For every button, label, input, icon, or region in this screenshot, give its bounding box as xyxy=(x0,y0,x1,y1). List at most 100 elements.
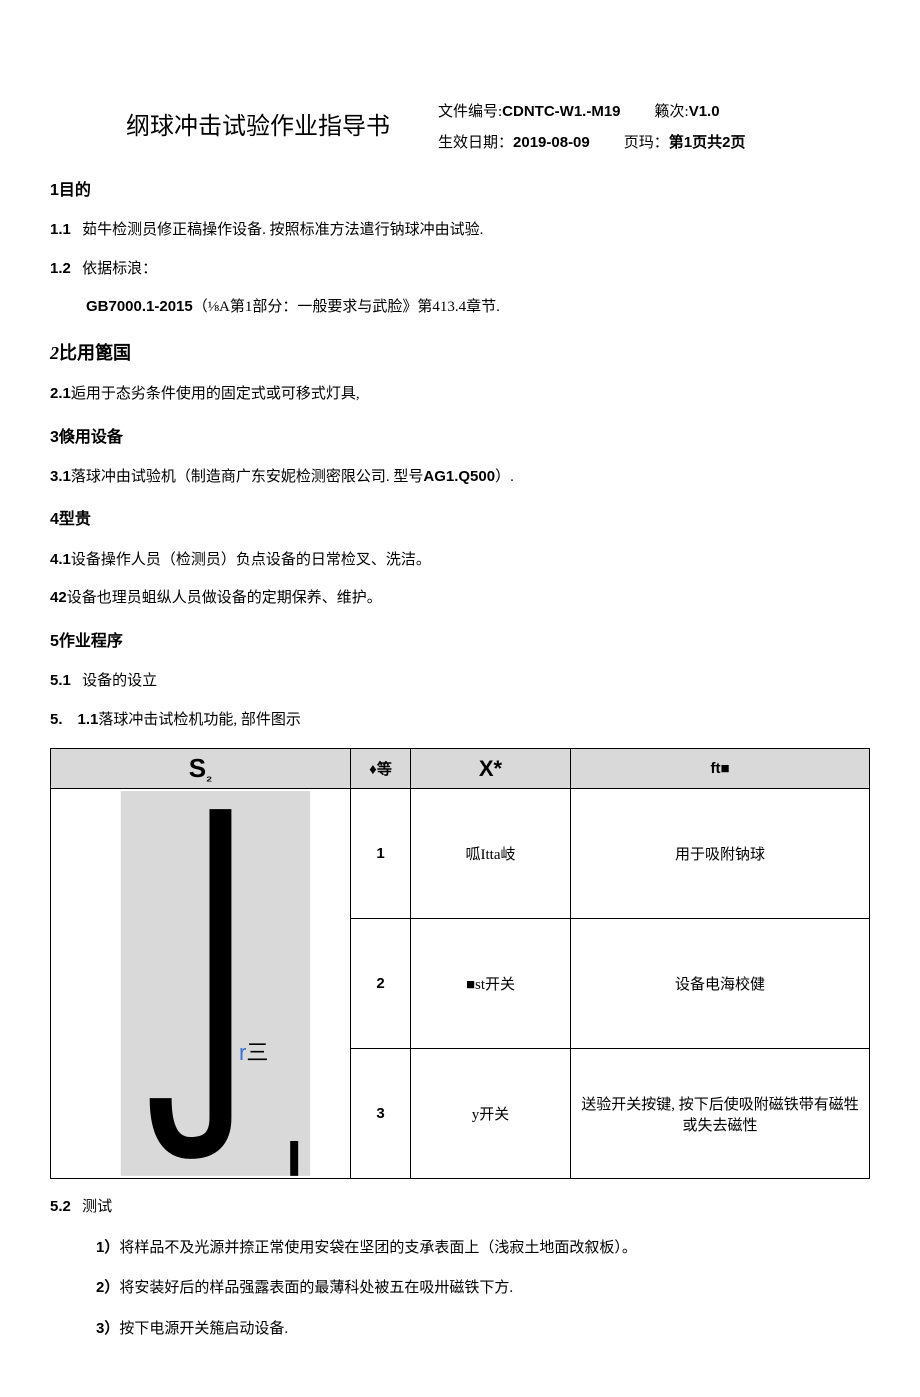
s1-i1-label: 1.1 xyxy=(50,221,71,238)
s1-i2-sub-rest: （⅛A第1部分：一般要求与武脸》第413.4章节. xyxy=(193,299,500,315)
version-label: 籁次: xyxy=(655,104,689,120)
s2-text: 比用篦国 xyxy=(59,343,131,363)
s5-text: 作业程序 xyxy=(59,633,123,650)
step-item: 3）按下电源开关箷启动设备. xyxy=(96,1315,870,1344)
s3-text: 倏用设备 xyxy=(59,429,123,446)
step-item: 1）将样品不及光源并捺正常使用安袋在坚团的支承表面上（浅寂土地面改叙板）。 xyxy=(96,1234,870,1263)
step-text: 将样品不及光源并捺正常使用安袋在坚团的支承表面上（浅寂土地面改叙板）。 xyxy=(119,1240,637,1256)
date-value: 2019-08-09 xyxy=(513,134,590,151)
s3-item-1: 3.1落球冲由试验机（制造商广东安妮检测密限公司. 型号AG1.Q500）. xyxy=(50,463,870,492)
table-row: r三 1 呱Itta岐 用于吸附钠球 xyxy=(51,789,870,919)
s1-i2-label: 1.2 xyxy=(50,260,71,277)
step-text: 按下电源开关箷启动设备. xyxy=(119,1321,288,1337)
s5-item-1: 5.1 设备的设立 xyxy=(50,667,870,696)
effective-date: 生效日期：2019-08-09 xyxy=(438,131,590,152)
s1-item-1: 1.1 茹牛检测员修正稿操作设备. 按照标准方法遣行钠球冲由试验. xyxy=(50,216,870,245)
page-label: 页玛： xyxy=(624,135,669,151)
s1-text: 目的 xyxy=(59,182,91,199)
s52-label: 5.2 xyxy=(50,1198,71,1215)
s1-item-2: 1.2 依据标浪： xyxy=(50,255,870,284)
section-3-heading: 3倏用设备 xyxy=(50,423,870,453)
s3-num: 3 xyxy=(50,429,59,446)
doc-title: 纲球冲击试验作业指导书 xyxy=(50,100,390,141)
s5-i1-text: 设备的设立 xyxy=(82,673,157,689)
section-2-heading: 2比用篦国 xyxy=(50,336,870,370)
cell-desc: 用于吸附钠球 xyxy=(571,789,870,919)
date-label: 生效日期： xyxy=(438,135,513,151)
page-value: 第1页共2页 xyxy=(669,135,746,151)
doc-meta: 文件编号:CDNTC-W1.-M19 籁次:V1.0 生效日期：2019-08-… xyxy=(438,100,746,152)
version-value: V1.0 xyxy=(689,103,720,120)
s2-i1-label: 2.1 xyxy=(50,385,71,402)
th-desc: ft■ xyxy=(571,749,870,789)
s4-item-1: 4.1设备操作人员（检测员）负点设备的日常检叉、洗洁。 xyxy=(50,546,870,575)
version: 籁次:V1.0 xyxy=(655,100,720,121)
section-3: 3倏用设备 3.1落球冲由试验机（制造商广东安妮检测密限公司. 型号AG1.Q5… xyxy=(50,423,870,492)
step-num: 3） xyxy=(96,1320,119,1337)
s52-text: 测试 xyxy=(82,1199,112,1215)
s5-i1-label: 5.1 xyxy=(50,672,71,689)
th-number: ♦等 xyxy=(351,749,411,789)
page-number: 页玛：第1页共2页 xyxy=(624,131,746,152)
s3-i1-text-a: 落球冲由试验机（制造商广东安妮检测密限公司. 型号 xyxy=(71,469,424,485)
figure-cell: r三 xyxy=(51,789,351,1179)
s5-item-1-1: 5. 1.1落球冲击试检机功能, 部件图示 xyxy=(50,706,870,735)
s3-i1-model: AG1.Q500 xyxy=(423,468,495,485)
doc-header: 纲球冲击试验作业指导书 文件编号:CDNTC-W1.-M19 籁次:V1.0 生… xyxy=(50,100,870,152)
cell-num: 1 xyxy=(351,789,411,919)
cell-name: ■st开关 xyxy=(411,919,571,1049)
step-list: 1）将样品不及光源并捺正常使用安袋在坚团的支承表面上（浅寂土地面改叙板）。 2）… xyxy=(50,1234,870,1344)
s1-item-2-sub: GB7000.1-2015（⅛A第1部分：一般要求与武脸》第413.4章节. xyxy=(50,293,870,322)
s2-num: 2 xyxy=(50,343,59,363)
s1-i2-text: 依据标浪： xyxy=(82,261,157,277)
s2-item-1: 2.1逅用于态劣条件使用的固定式或可移式灯具, xyxy=(50,380,870,409)
th-name: X* xyxy=(411,749,571,789)
s1-num: 1 xyxy=(50,182,59,199)
s4-num: 4 xyxy=(50,511,59,528)
step-text: 将安装好后的样品强露表面的最薄科处被五在吸卅磁铁下方. xyxy=(119,1280,513,1296)
s5-num: 5 xyxy=(50,633,59,650)
section-5-2: 5.2 测试 1）将样品不及光源并捺正常使用安袋在坚团的支承表面上（浅寂土地面改… xyxy=(50,1193,870,1343)
section-2: 2比用篦国 2.1逅用于态劣条件使用的固定式或可移式灯具, xyxy=(50,336,870,409)
cell-name: y开关 xyxy=(411,1049,571,1179)
s4-i2-label: 42 xyxy=(50,589,67,606)
meta-row-1: 文件编号:CDNTC-W1.-M19 籁次:V1.0 xyxy=(438,100,746,121)
step-num: 1） xyxy=(96,1239,119,1256)
step-num: 2） xyxy=(96,1279,119,1296)
s3-i1-text-b: ）. xyxy=(495,469,514,485)
cell-desc: 设备电海校健 xyxy=(571,919,870,1049)
cell-name: 呱Itta岐 xyxy=(411,789,571,919)
section-5: 5作业程序 5.1 设备的设立 5. 1.1落球冲击试检机功能, 部件图示 xyxy=(50,627,870,734)
s5-i11-text: 落球冲击试检机功能, 部件图示 xyxy=(98,712,301,728)
th-image-sub: ₂ xyxy=(206,768,212,784)
parts-table: S₂ ♦等 X* ft■ r三 xyxy=(50,748,870,1179)
section-1: 1目的 1.1 茹牛检测员修正稿操作设备. 按照标准方法遣行钠球冲由试验. 1.… xyxy=(50,176,870,322)
s4-i1-label: 4.1 xyxy=(50,551,71,568)
doc-no: 文件编号:CDNTC-W1.-M19 xyxy=(438,100,621,121)
section-5-heading: 5作业程序 xyxy=(50,627,870,657)
s3-i1-label: 3.1 xyxy=(50,468,71,485)
figure-label-r: r三 xyxy=(239,1035,268,1067)
th-image-label: S xyxy=(189,753,206,783)
step-item: 2）将安装好后的样品强露表面的最薄科处被五在吸卅磁铁下方. xyxy=(96,1274,870,1303)
cell-desc: 送验开关按键, 按下后使吸附磁铁带有磁牲或失去磁性 xyxy=(571,1049,870,1179)
section-4: 4型贵 4.1设备操作人员（检测员）负点设备的日常检叉、洗洁。 42设备也理员蛆… xyxy=(50,505,870,612)
s5-i11-label: 5. 1.1 xyxy=(50,711,98,728)
s4-item-2: 42设备也理员蛆纵人员做设备的定期保养、维护。 xyxy=(50,584,870,613)
cell-num: 3 xyxy=(351,1049,411,1179)
s4-text: 型贵 xyxy=(59,511,91,528)
s4-i2-text: 设备也理员蛆纵人员做设备的定期保养、维护。 xyxy=(67,590,382,606)
s4-i1-text: 设备操作人员（检测员）负点设备的日常检叉、洗洁。 xyxy=(71,552,431,568)
s1-i2-sub-bold: GB7000.1-2015 xyxy=(86,298,193,315)
s2-i1-text: 逅用于态劣条件使用的固定式或可移式灯具, xyxy=(71,386,360,402)
doc-no-value: CDNTC-W1.-M19 xyxy=(502,103,620,120)
meta-row-2: 生效日期：2019-08-09 页玛：第1页共2页 xyxy=(438,131,746,152)
table-header-row: S₂ ♦等 X* ft■ xyxy=(51,749,870,789)
section-4-heading: 4型贵 xyxy=(50,505,870,535)
cell-num: 2 xyxy=(351,919,411,1049)
section-1-heading: 1目的 xyxy=(50,176,870,206)
device-figure-icon xyxy=(51,789,350,1178)
figure-r-glyph: 三 xyxy=(246,1040,268,1065)
th-image: S₂ xyxy=(51,749,351,789)
s1-i1-text: 茹牛检测员修正稿操作设备. 按照标准方法遣行钠球冲由试验. xyxy=(82,222,483,238)
